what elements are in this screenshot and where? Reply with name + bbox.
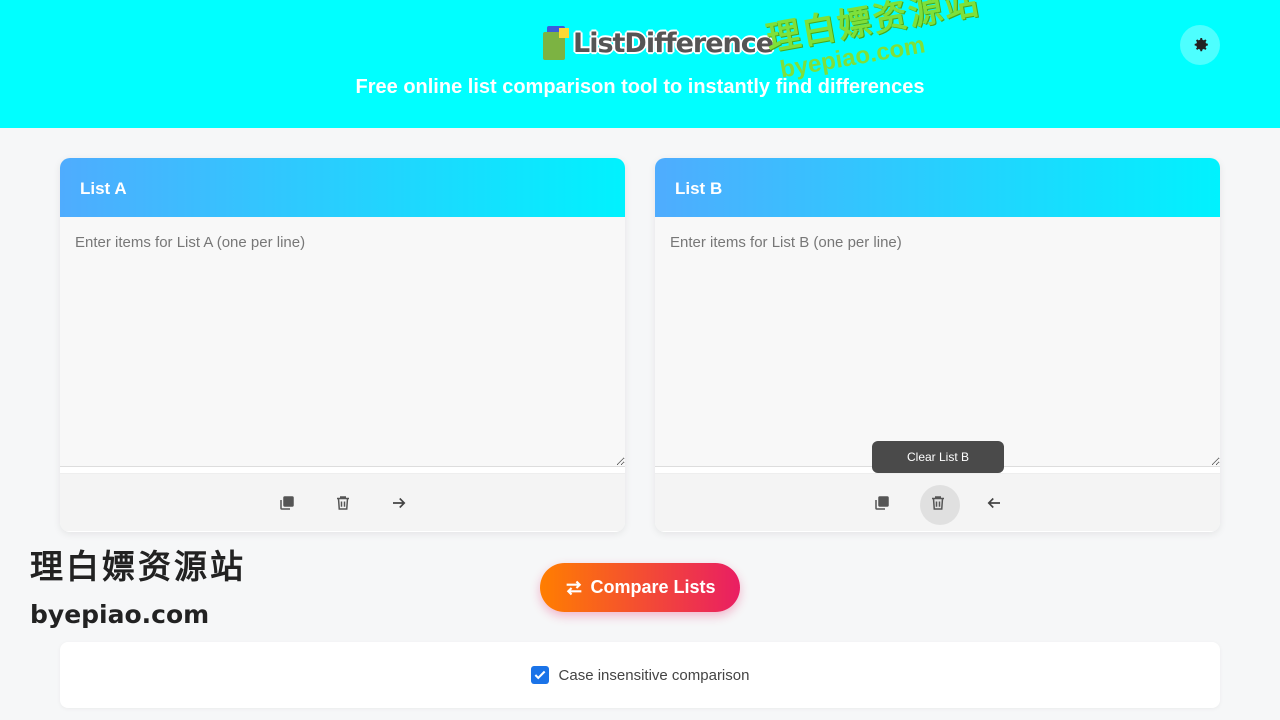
swap-icon	[567, 580, 582, 595]
theme-toggle-button[interactable]	[1180, 25, 1220, 65]
move-to-list-a-button[interactable]	[984, 493, 1004, 513]
list-b-input[interactable]	[655, 217, 1220, 467]
list-a-input[interactable]	[60, 217, 625, 467]
list-b-title: List B	[655, 158, 1220, 217]
site-header: ListDifference Free online list comparis…	[0, 0, 1280, 128]
trash-icon	[931, 495, 944, 510]
case-insensitive-checkbox[interactable]	[530, 666, 549, 684]
arrow-right-icon	[392, 497, 405, 508]
watermark-left-chinese: 理白嫖资源站	[30, 548, 246, 585]
copy-list-b-button[interactable]	[872, 493, 892, 513]
move-to-list-b-button[interactable]	[389, 493, 409, 513]
trash-icon	[336, 495, 349, 510]
watermark-top: 理白嫖资源站 byepiao.com	[762, 0, 988, 86]
logo-icon	[543, 26, 571, 60]
list-a-toolbar	[60, 473, 625, 531]
list-b-toolbar	[655, 473, 1220, 531]
clear-list-b-tooltip: Clear List B	[872, 441, 1004, 473]
list-a-title: List A	[60, 158, 625, 217]
watermark-left-domain: byepiao.com	[30, 600, 210, 629]
logo[interactable]: ListDifference	[543, 26, 774, 60]
clear-list-b-button[interactable]	[919, 484, 960, 525]
tagline: Free online list comparison tool to inst…	[355, 76, 925, 98]
copy-icon	[279, 495, 294, 510]
logo-text: ListDifference	[573, 27, 774, 59]
clear-list-a-button[interactable]	[333, 493, 353, 513]
gear-icon	[1194, 38, 1208, 52]
case-insensitive-label[interactable]: Case insensitive comparison	[559, 667, 750, 684]
checkmark-icon	[534, 670, 545, 680]
copy-icon	[874, 495, 889, 510]
options-panel: Case insensitive comparison	[60, 642, 1220, 708]
compare-lists-label: Compare Lists	[590, 577, 716, 597]
copy-list-a-button[interactable]	[277, 493, 297, 513]
list-a-panel: List A	[60, 158, 625, 532]
arrow-left-icon	[987, 497, 1000, 508]
watermark-top-chinese: 理白嫖资源站	[763, 0, 983, 59]
compare-lists-button[interactable]: Compare Lists	[540, 563, 740, 612]
watermark-top-domain: byepiao.com	[778, 31, 928, 84]
watermark-left: 理白嫖资源站 byepiao.com	[30, 540, 246, 629]
list-b-panel: List B	[655, 158, 1220, 532]
